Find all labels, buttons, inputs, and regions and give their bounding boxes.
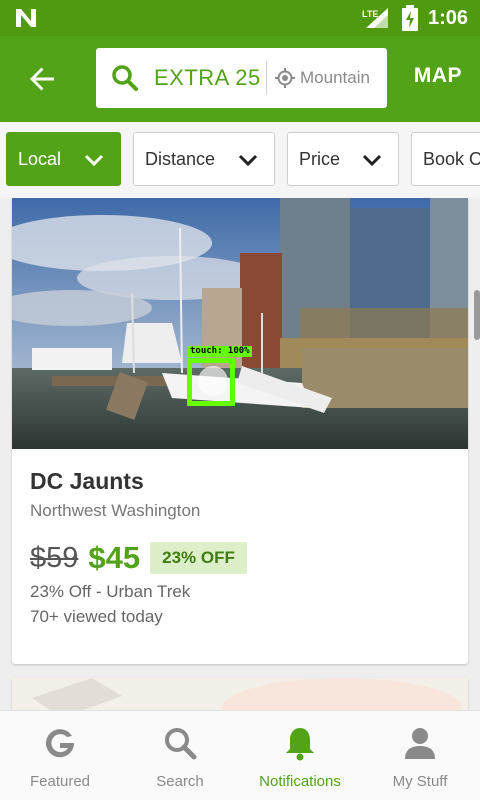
location-target-icon xyxy=(275,68,295,88)
search-icon xyxy=(165,728,197,760)
scrollbar-thumb[interactable] xyxy=(474,290,480,340)
filter-distance[interactable]: Distance xyxy=(133,132,275,186)
next-deal-card[interactable] xyxy=(12,678,468,710)
deal-photo xyxy=(12,198,468,449)
filter-label: Book O xyxy=(423,148,480,169)
filter-book-online[interactable]: Book O xyxy=(411,132,480,186)
nav-featured[interactable]: Featured xyxy=(0,711,120,800)
touch-indicator-box xyxy=(187,358,235,406)
original-price: $59 xyxy=(30,541,79,574)
bell-icon xyxy=(286,728,314,761)
lte-signal-icon: LTE xyxy=(362,8,388,28)
filter-price[interactable]: Price xyxy=(287,132,399,186)
chevron-down-icon xyxy=(84,154,104,167)
nav-label: Notifications xyxy=(259,773,341,790)
app-bar: EXTRA 25 Mountain MAP xyxy=(0,36,480,122)
filter-label: Distance xyxy=(145,148,216,169)
deals-feed[interactable]: DC Jaunts Northwest Washington $59 $45 2… xyxy=(0,198,480,710)
back-button[interactable] xyxy=(18,56,66,102)
search-query[interactable]: EXTRA 25 xyxy=(154,65,262,91)
filter-local[interactable]: Local xyxy=(6,132,121,186)
filter-label: Local xyxy=(18,148,62,169)
nav-notifications[interactable]: Notifications xyxy=(240,711,360,800)
status-bar: LTE 1:06 xyxy=(0,0,480,36)
nav-search[interactable]: Search xyxy=(120,711,240,800)
deal-title[interactable]: DC Jaunts xyxy=(30,468,144,495)
location-field[interactable]: Mountain xyxy=(300,68,380,88)
deal-card[interactable]: DC Jaunts Northwest Washington $59 $45 2… xyxy=(12,198,468,664)
person-icon xyxy=(405,728,435,759)
battery-charging-icon xyxy=(401,5,418,31)
filter-bar: Local Distance Price Book O xyxy=(0,122,480,198)
bottom-navigation: Featured Search Notifications My Stuff xyxy=(0,710,480,800)
network-type: LTE xyxy=(362,9,378,19)
g-logo-icon xyxy=(46,729,75,758)
status-time: 1:06 xyxy=(427,6,468,29)
chevron-down-icon xyxy=(238,154,258,167)
nav-my-stuff[interactable]: My Stuff xyxy=(360,711,480,800)
search-box[interactable]: EXTRA 25 Mountain xyxy=(96,48,387,108)
chevron-down-icon xyxy=(362,154,382,167)
touch-indicator-label: touch: 100% xyxy=(188,346,252,357)
nav-label: Featured xyxy=(29,773,91,790)
search-divider xyxy=(266,61,267,95)
discount-badge: 23% OFF xyxy=(150,542,247,574)
next-deal-photo xyxy=(12,678,468,710)
map-button[interactable]: MAP xyxy=(414,64,462,88)
price-row: $59 $45 23% OFF xyxy=(30,540,247,576)
deal-note: 23% Off - Urban Trek xyxy=(30,582,191,601)
back-arrow-icon xyxy=(30,67,54,91)
views-count: 70+ viewed today xyxy=(30,607,163,626)
search-icon xyxy=(96,48,154,108)
android-n-icon xyxy=(16,9,36,27)
nav-label: My Stuff xyxy=(392,773,448,790)
sale-price: $45 xyxy=(88,540,141,575)
filter-label: Price xyxy=(299,148,341,169)
deal-location: Northwest Washington xyxy=(30,501,201,520)
nav-label: Search xyxy=(156,773,204,790)
